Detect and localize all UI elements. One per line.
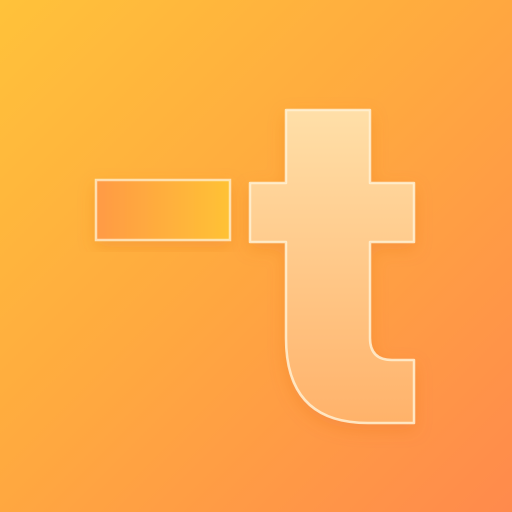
app-logo-icon [94,108,416,425]
app-icon [0,0,512,512]
dash-shape [94,178,232,242]
letter-t-shape [248,108,416,425]
